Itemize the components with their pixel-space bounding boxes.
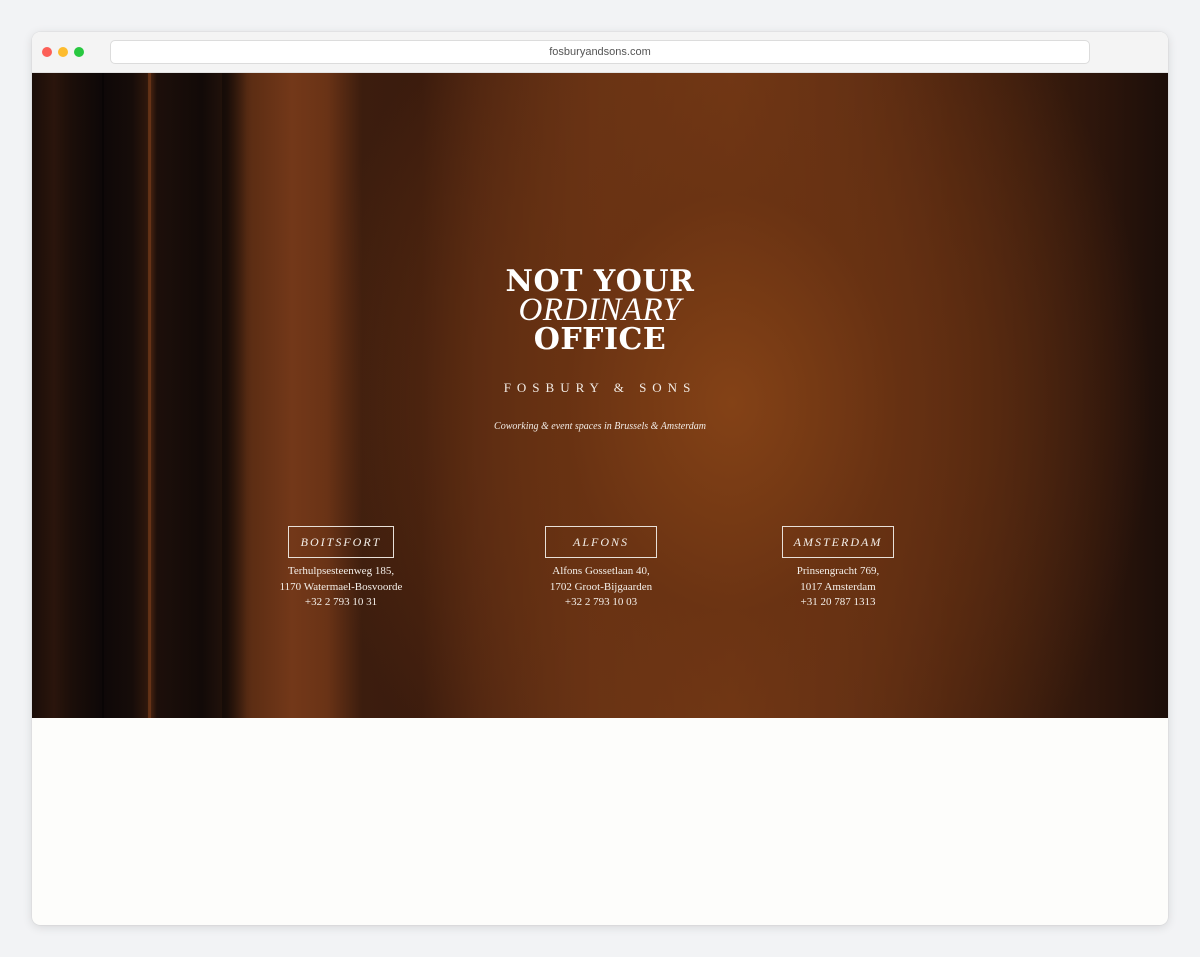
location-address-line: 1170 Watermael-Bosvoorde (279, 580, 403, 593)
hero-title-line-2: ORDINARY (518, 292, 682, 328)
location-details: Terhulpsesteenweg 185, 1170 Watermael-Bo… (241, 564, 441, 611)
browser-titlebar: fosburyandsons.com (32, 32, 1168, 73)
hero-section: NOT YOUR ORDINARY OFFICE FOSBURY & SONS … (32, 73, 1168, 718)
hero-title: NOT YOUR ORDINARY OFFICE (32, 267, 1168, 357)
brand-name: FOSBURY & SONS (503, 380, 697, 395)
location-button-alfons[interactable]: ALFONS (545, 526, 657, 558)
location-button-boitsfort[interactable]: BOITSFORT (288, 526, 394, 558)
location-address-line: Terhulpsesteenweg 185, (287, 565, 395, 577)
location-phone: +31 20 787 1313 (800, 596, 876, 608)
hero-title-line-3: OFFICE (533, 322, 667, 357)
location-alfons: ALFONS Alfons Gossetlaan 40, 1702 Groot-… (501, 526, 701, 611)
location-details: Alfons Gossetlaan 40, 1702 Groot-Bijgaar… (501, 564, 701, 611)
location-phone: +32 2 793 10 31 (304, 596, 378, 608)
close-window-button[interactable] (42, 47, 52, 57)
tagline: Coworking & event spaces in Brussels & A… (494, 421, 706, 432)
location-amsterdam: AMSTERDAM Prinsengracht 769, 1017 Amster… (738, 526, 938, 611)
location-address-line: 1017 Amsterdam (800, 580, 876, 593)
location-address-line: 1702 Groot-Bijgaarden (549, 580, 653, 593)
location-phone: +32 2 793 10 03 (564, 596, 638, 608)
browser-window: fosburyandsons.com NOT YOUR ORDINARY OFF… (32, 32, 1168, 925)
location-address-line: Alfons Gossetlaan 40, (552, 565, 650, 577)
location-details: Prinsengracht 769, 1017 Amsterdam +31 20… (738, 564, 938, 611)
minimize-window-button[interactable] (58, 47, 68, 57)
maximize-window-button[interactable] (74, 47, 84, 57)
address-bar[interactable]: fosburyandsons.com (110, 40, 1090, 64)
location-address-line: Prinsengracht 769, (796, 565, 880, 577)
location-button-amsterdam[interactable]: AMSTERDAM (782, 526, 894, 558)
location-boitsfort: BOITSFORT Terhulpsesteenweg 185, 1170 Wa… (241, 526, 441, 611)
